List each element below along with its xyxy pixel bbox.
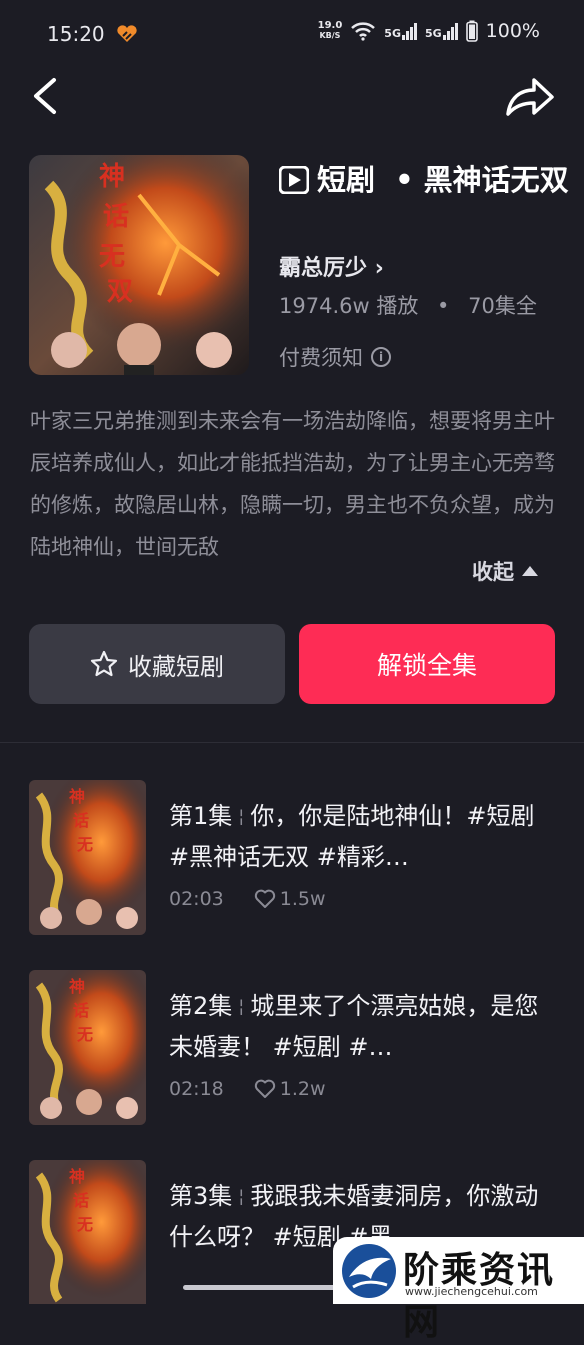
short-drama-logo-icon bbox=[279, 166, 309, 194]
episode-item[interactable]: 神 话 无 第2集 ¦ 城里来了个漂亮姑娘，是您未婚妻！ #短剧 #… 02:18 … bbox=[29, 970, 569, 1125]
svg-text:无: 无 bbox=[76, 1215, 93, 1234]
status-icons: 19.0 KB/S 5G 5G 100% bbox=[318, 20, 540, 42]
svg-text:神: 神 bbox=[99, 162, 125, 192]
svg-text:无: 无 bbox=[76, 1025, 93, 1044]
svg-text:神: 神 bbox=[69, 787, 85, 806]
star-icon bbox=[90, 650, 118, 677]
back-button[interactable] bbox=[24, 72, 68, 120]
info-icon: i bbox=[371, 347, 391, 367]
favorite-button[interactable]: 收藏短剧 bbox=[29, 624, 285, 704]
battery-percent: 100% bbox=[485, 20, 540, 42]
episode-thumbnail: 神 话 无 bbox=[29, 780, 146, 935]
fee-notice-link[interactable]: 付费须知 i bbox=[279, 342, 391, 372]
status-bar: 15:20 19.0 KB/S 5G 5G 100% bbox=[0, 0, 584, 68]
episode-thumbnail: 神 话 无 bbox=[29, 970, 146, 1125]
episode-duration: 02:18 bbox=[169, 1078, 224, 1100]
drama-info: 短剧 • 黑神话无双 bbox=[279, 160, 569, 200]
divider bbox=[0, 742, 584, 743]
battery-icon bbox=[465, 20, 478, 42]
episode-likes: 1.2w bbox=[254, 1078, 326, 1100]
play-count: 1974.6w 播放 bbox=[279, 294, 419, 318]
triangle-up-icon bbox=[522, 566, 538, 576]
episode-meta: 02:18 1.2w bbox=[169, 1078, 326, 1100]
collapse-toggle[interactable]: 收起 bbox=[472, 556, 538, 586]
site-logo-icon bbox=[342, 1244, 396, 1298]
episode-meta: 02:03 1.5w bbox=[169, 888, 326, 910]
episode-duration: 02:03 bbox=[169, 888, 224, 910]
episode-item[interactable]: 神 话 无 第1集 ¦ 你，你是陆地神仙！#短剧 #黑神话无双 #精彩… 02:03… bbox=[29, 780, 569, 935]
svg-text:神: 神 bbox=[69, 1167, 85, 1186]
author-link[interactable]: 霸总厉少 › bbox=[279, 250, 384, 282]
svg-text:双: 双 bbox=[107, 277, 133, 307]
wifi-icon bbox=[351, 22, 376, 41]
share-arrow-icon bbox=[506, 78, 554, 116]
episode-thumbnail: 神 话 无 bbox=[29, 1160, 146, 1304]
svg-text:话: 话 bbox=[73, 811, 89, 830]
app-notification-icon bbox=[117, 25, 137, 42]
svg-text:话: 话 bbox=[73, 1191, 89, 1210]
signal-1-icon: 5G bbox=[384, 22, 417, 40]
chevron-left-icon bbox=[34, 78, 56, 114]
episode-title: 第1集 ¦ 你，你是陆地神仙！#短剧 #黑神话无双 #精彩… bbox=[169, 802, 535, 871]
svg-text:神: 神 bbox=[69, 977, 85, 996]
drama-cover-image[interactable]: 神 话 无 双 bbox=[29, 155, 249, 375]
synopsis-text: 叶家三兄弟推测到未来会有一场浩劫降临，想要将男主叶辰培养成仙人，如此才能抵挡浩劫… bbox=[30, 409, 555, 559]
share-button[interactable] bbox=[500, 72, 560, 120]
svg-text:无: 无 bbox=[76, 835, 93, 854]
episode-title: 第2集 ¦ 城里来了个漂亮姑娘，是您未婚妻！ #短剧 #… bbox=[169, 992, 539, 1061]
svg-text:话: 话 bbox=[103, 202, 129, 232]
heart-icon bbox=[254, 1079, 275, 1098]
episode-likes: 1.5w bbox=[254, 888, 326, 910]
drama-title: 短剧 • 黑神话无双 bbox=[279, 160, 569, 200]
drama-stats: 1974.6w 播放 • 70集全 bbox=[279, 294, 537, 318]
network-speed: 19.0 KB/S bbox=[317, 20, 343, 41]
unlock-all-button[interactable]: 解锁全集 bbox=[299, 624, 555, 704]
svg-text:无: 无 bbox=[99, 242, 125, 272]
signal-2-icon: 5G bbox=[425, 22, 458, 40]
watermark-url: www.jiechengcehui.com bbox=[405, 1285, 538, 1298]
svg-text:话: 话 bbox=[73, 1001, 89, 1020]
status-time: 15:20 bbox=[47, 22, 105, 46]
heart-icon bbox=[254, 889, 275, 908]
episode-count: 70集全 bbox=[468, 294, 537, 318]
watermark-badge: 阶乘资讯网 www.jiechengcehui.com bbox=[333, 1237, 584, 1343]
